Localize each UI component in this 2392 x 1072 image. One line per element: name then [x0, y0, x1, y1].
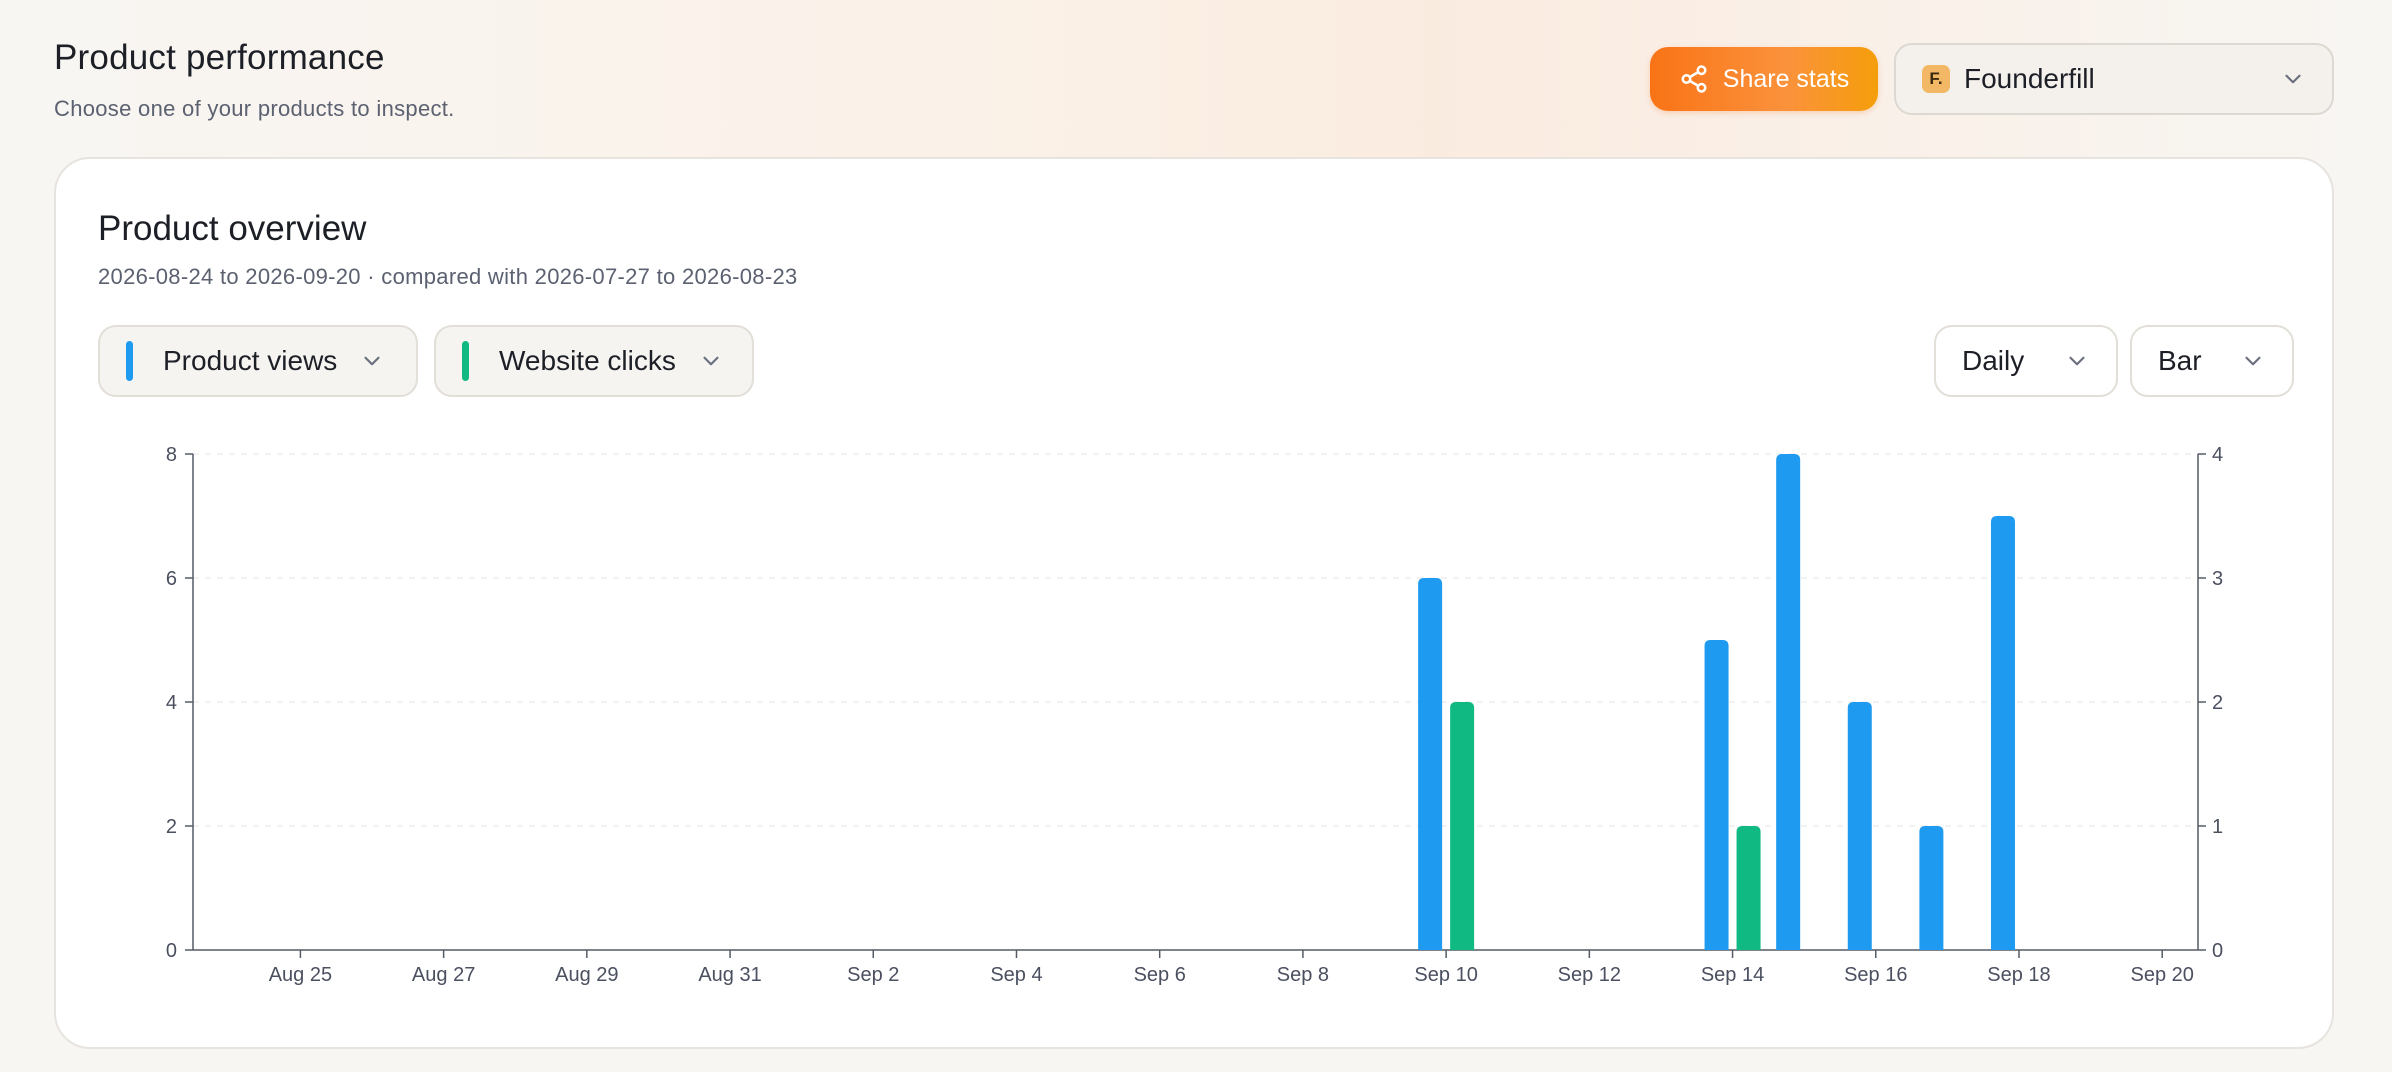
bar-product-views — [1919, 826, 1944, 950]
x-tick-label: Sep 4 — [990, 964, 1042, 986]
y-left-tick-label: 2 — [166, 816, 177, 838]
x-tick-label: Sep 8 — [1277, 964, 1329, 986]
product-overview-card: Product overview 2026-08-24 to 2026-09-2… — [54, 157, 2334, 1049]
y-right-tick-label: 3 — [2212, 568, 2223, 590]
bar-website-clicks — [1450, 702, 1475, 950]
y-right-tick-label: 4 — [2212, 444, 2223, 466]
share-stats-label: Share stats — [1722, 64, 1850, 93]
bar-product-views — [1990, 516, 2015, 950]
x-tick-label: Sep 14 — [1701, 964, 1764, 986]
bar-product-views — [1418, 578, 1443, 950]
x-tick-label: Aug 25 — [269, 964, 332, 986]
page-header: Product performance Choose one of your p… — [54, 38, 455, 122]
bar-product-views — [1847, 702, 1872, 950]
x-tick-label: Sep 2 — [847, 964, 899, 986]
x-tick-label: Sep 16 — [1844, 964, 1907, 986]
chevron-down-icon — [2285, 74, 2301, 84]
bar-website-clicks — [1736, 826, 1761, 950]
product-logo: F. — [1922, 65, 1950, 93]
x-tick-label: Sep 18 — [1987, 964, 2050, 986]
x-tick-label: Sep 6 — [1134, 964, 1186, 986]
y-left-tick-label: 8 — [166, 444, 177, 466]
x-tick-label: Sep 12 — [1558, 964, 1621, 986]
performance-chart: 0 2 4 6 8 0 1 2 3 4 Aug 25 Aug 27 Aug 29 Aug 31 Sep 2 S… — [166, 444, 2223, 986]
y-right-tick-label: 0 — [2212, 940, 2223, 962]
y-left-tick-label: 6 — [166, 568, 177, 590]
y-right-tick-label: 1 — [2212, 816, 2223, 838]
share-stats-button[interactable]: Share stats — [1650, 47, 1878, 111]
page-subtitle: Choose one of your products to inspect. — [54, 96, 455, 121]
x-tick-label: Aug 29 — [555, 964, 618, 986]
y-right-tick-label: 2 — [2212, 692, 2223, 714]
product-name: Founderfill — [1964, 63, 2095, 94]
bar-product-views — [1776, 454, 1801, 950]
x-tick-label: Aug 31 — [698, 964, 761, 986]
page-title: Product performance — [54, 38, 385, 77]
y-left-tick-label: 0 — [166, 940, 177, 962]
x-tick-label: Sep 20 — [2131, 964, 2194, 986]
x-tick-label: Aug 27 — [412, 964, 475, 986]
product-selector[interactable]: F. Founderfill — [1894, 43, 2334, 115]
bar-product-views — [1704, 640, 1729, 950]
x-tick-label: Sep 10 — [1414, 964, 1477, 986]
share-icon — [1681, 65, 1707, 93]
y-left-tick-label: 4 — [166, 692, 177, 714]
